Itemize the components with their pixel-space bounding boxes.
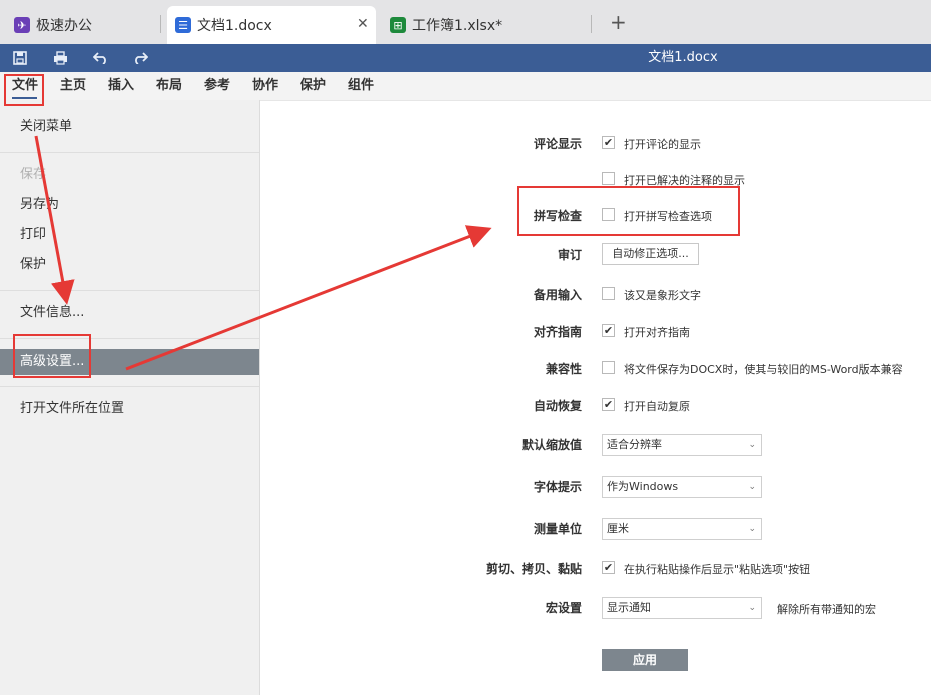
arrow-file-to-info bbox=[34, 135, 75, 305]
arrow-advanced-to-spellcheck bbox=[125, 225, 492, 371]
annotation-arrows bbox=[34, 135, 492, 371]
